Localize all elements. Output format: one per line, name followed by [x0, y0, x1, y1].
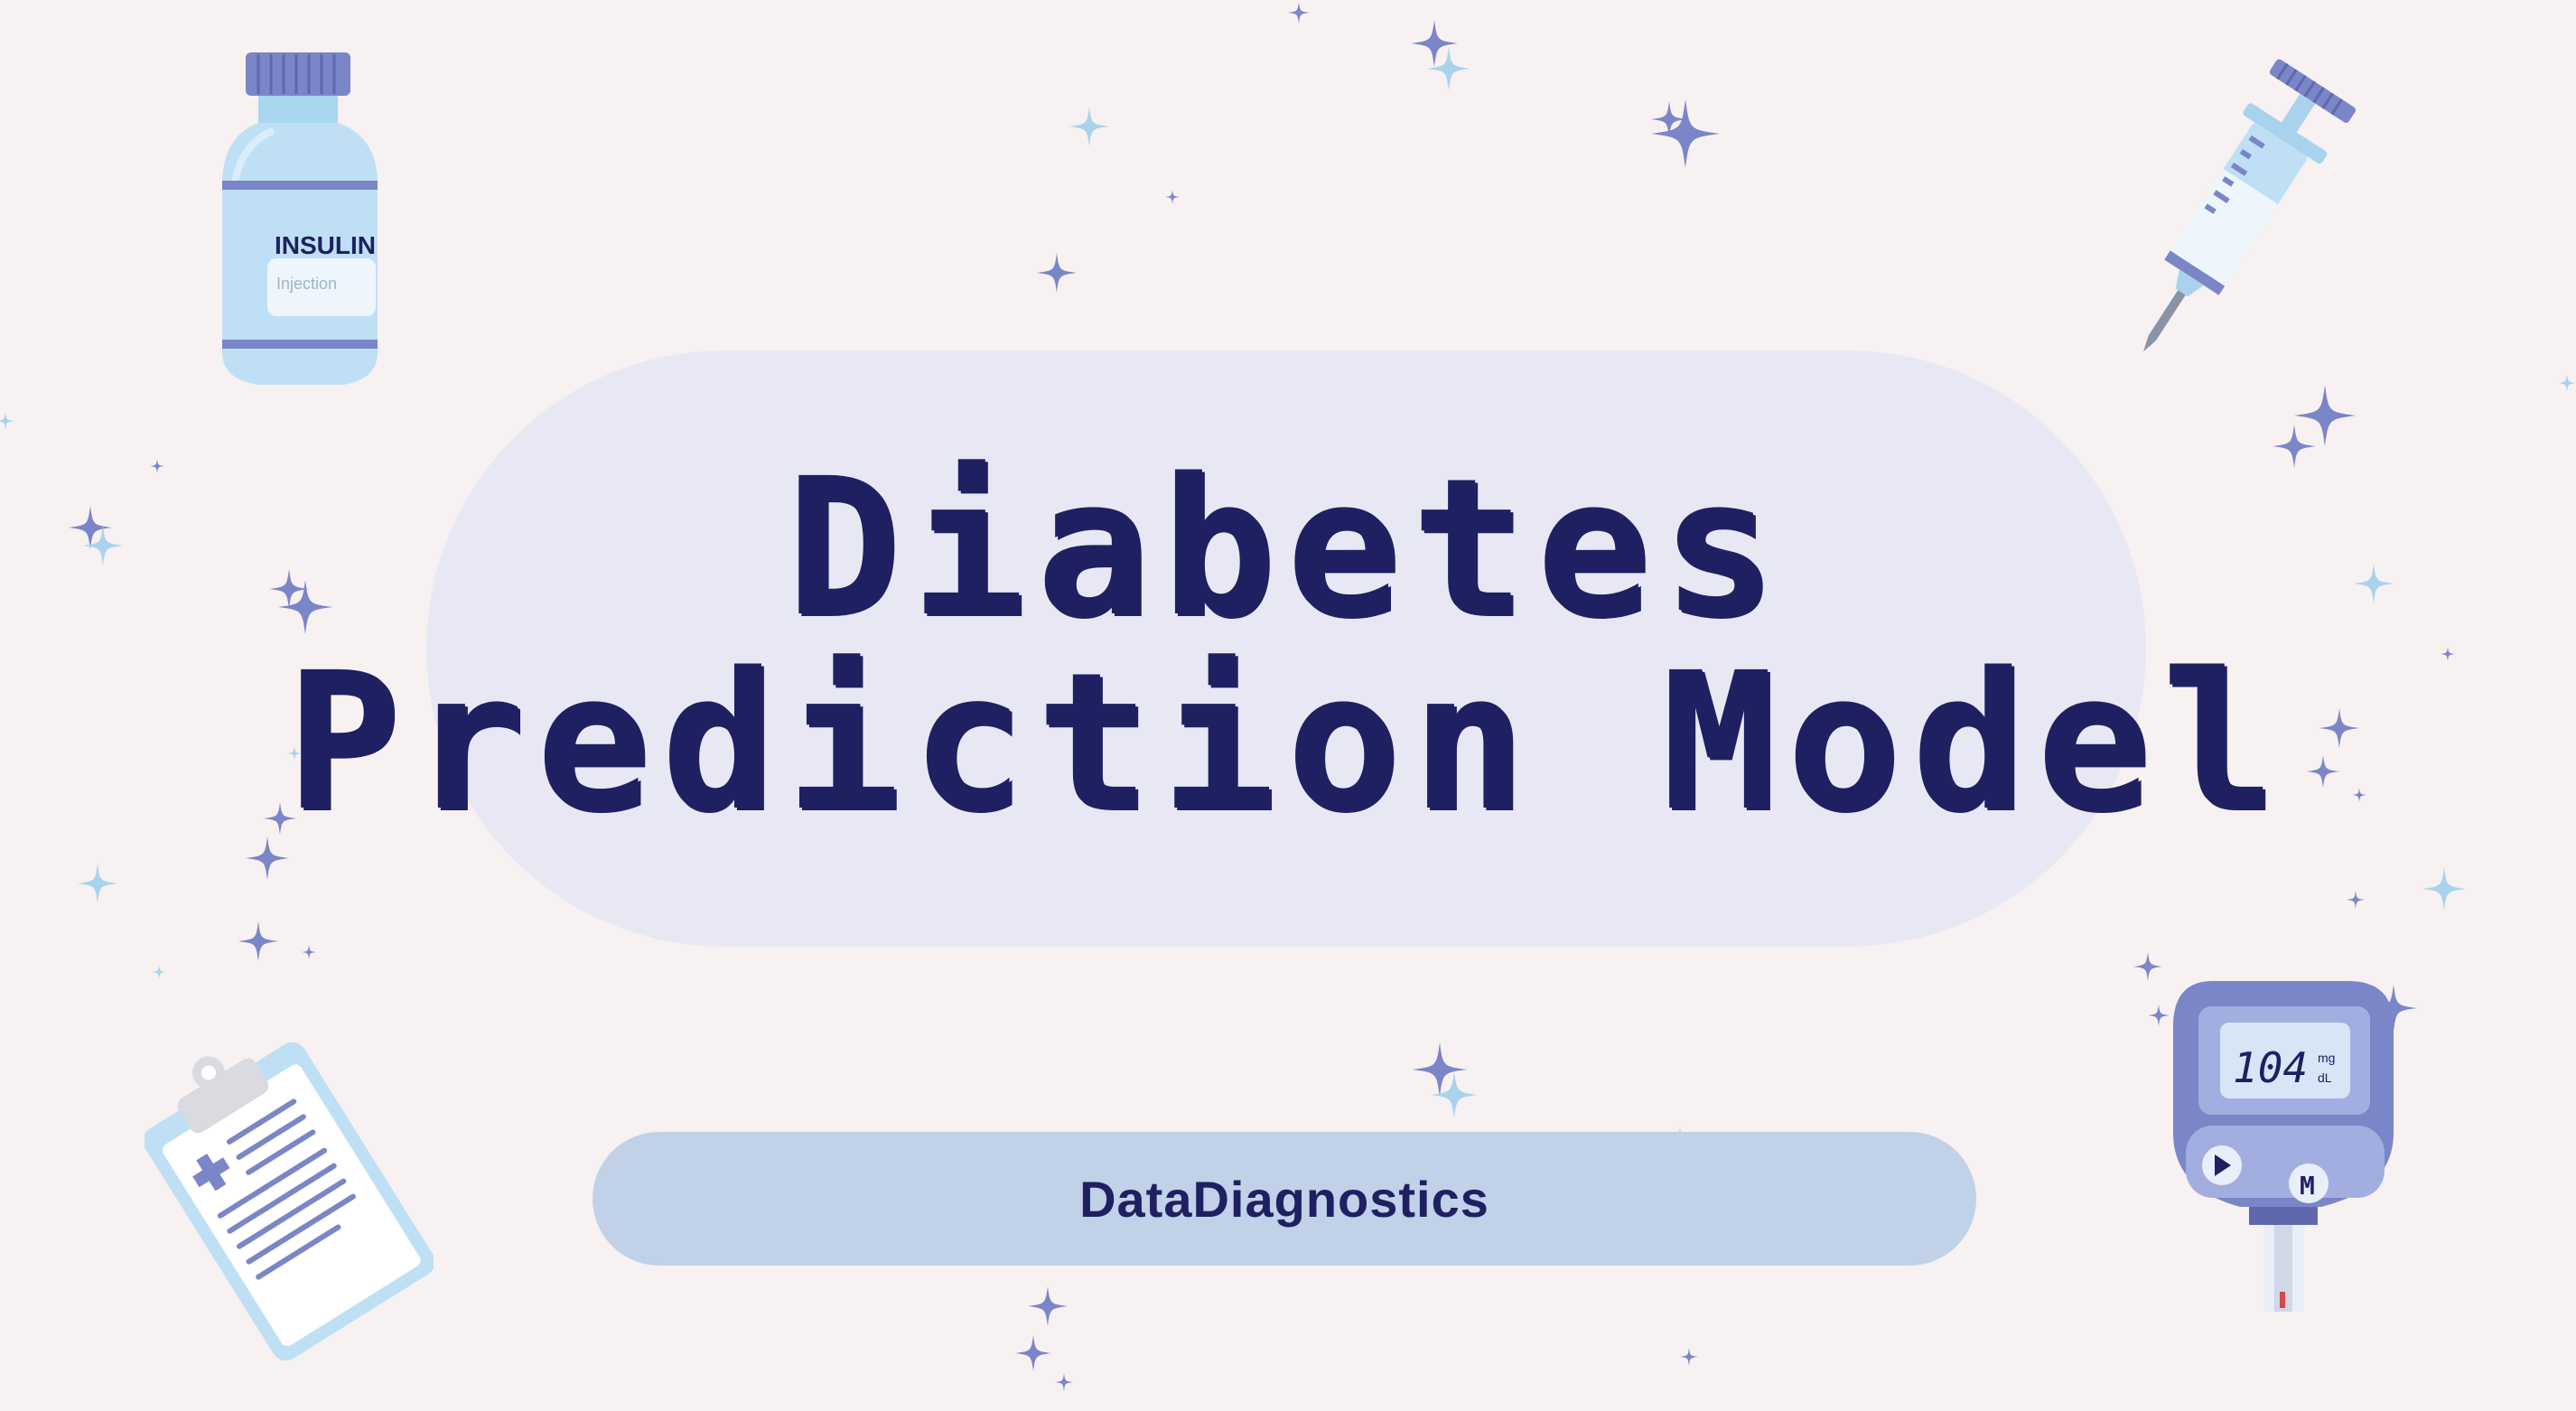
- glucose-meter-icon: 104 mg dL M: [2173, 981, 2394, 1312]
- syringe-icon: [2143, 59, 2356, 352]
- meter-button-label: M: [2300, 1171, 2315, 1201]
- title-panel: Diabetes Prediction Model: [286, 350, 2275, 947]
- title-line-2: Prediction Model: [285, 631, 2287, 853]
- meter-unit-bottom: dL: [2318, 1070, 2332, 1085]
- slide-canvas: INSULIN Injection 104 mg dL M Diabetes P…: [0, 0, 2576, 1411]
- title-line-1: Diabetes: [786, 437, 1787, 659]
- brand-name: DataDiagnostics: [1079, 1170, 1489, 1228]
- clipboard-icon: [145, 1042, 434, 1361]
- brand-badge: DataDiagnostics: [593, 1132, 1976, 1266]
- insulin-vial-icon: INSULIN Injection: [222, 52, 378, 385]
- insulin-label: INSULIN: [275, 231, 376, 259]
- insulin-sublabel: Injection: [276, 275, 337, 293]
- meter-reading: 104: [2233, 1043, 2308, 1092]
- meter-unit-top: mg: [2318, 1051, 2335, 1065]
